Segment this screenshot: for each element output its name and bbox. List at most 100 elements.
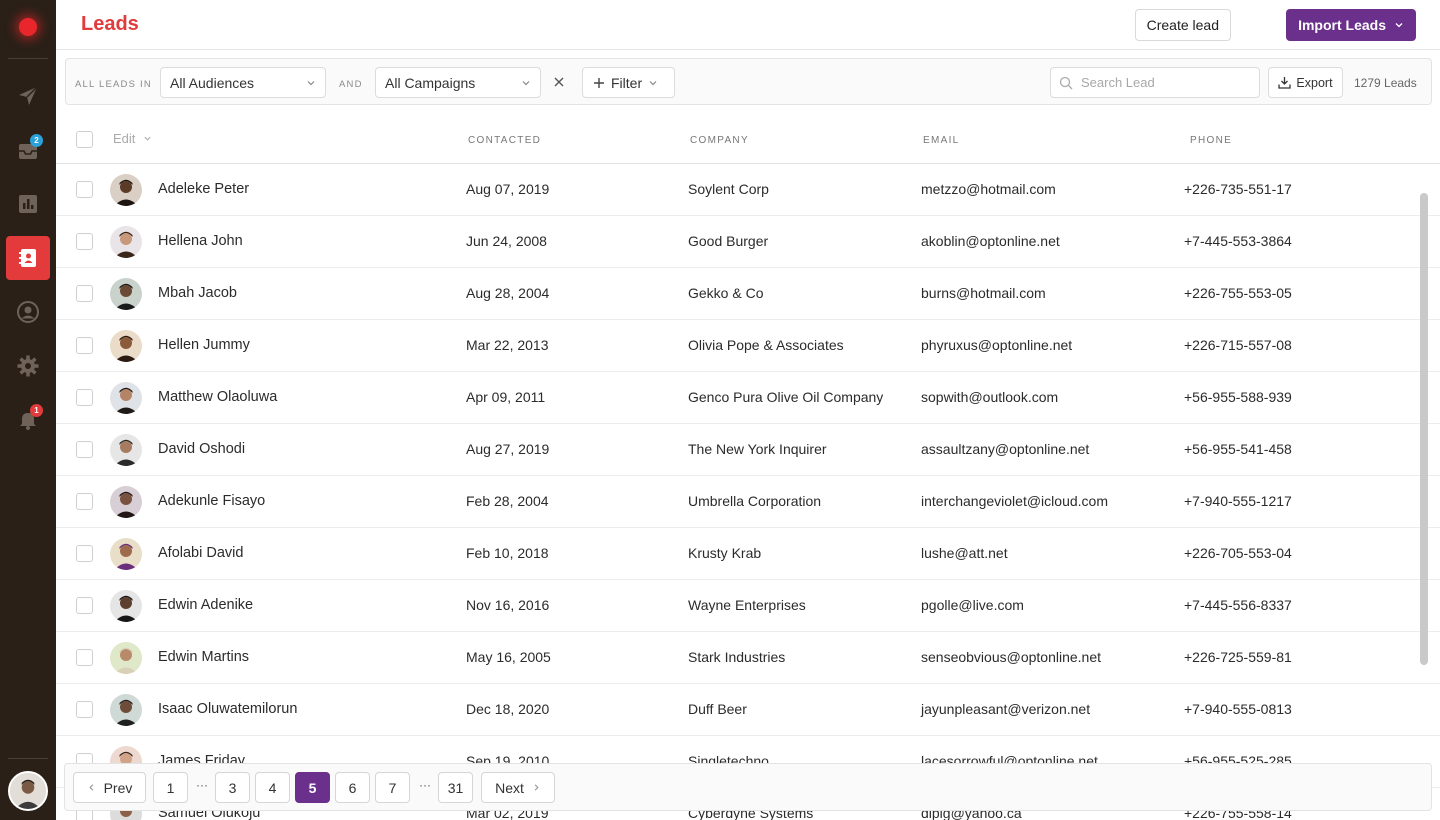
sidebar-divider-bottom: [8, 758, 48, 759]
pagination-ellipsis: ···: [196, 778, 208, 792]
filter-button[interactable]: Filter: [582, 67, 675, 98]
export-button[interactable]: Export: [1268, 67, 1343, 98]
lead-phone: +226-705-553-04: [1184, 545, 1292, 561]
column-header-email[interactable]: EMAIL: [923, 135, 960, 146]
row-checkbox[interactable]: [76, 649, 93, 666]
select-all-checkbox[interactable]: [76, 131, 93, 148]
table-row[interactable]: Adekunle Fisayo Feb 28, 2004 Umbrella Corp…: [56, 476, 1440, 528]
page-header: Leads Create lead Import Leads: [56, 0, 1440, 50]
lead-name[interactable]: Edwin Adenike: [158, 597, 253, 613]
row-checkbox[interactable]: [76, 597, 93, 614]
table-row[interactable]: Mbah Jacob Aug 28, 2004 Gekko & Co burns@ho…: [56, 268, 1440, 320]
lead-name[interactable]: Edwin Martins: [158, 649, 249, 665]
sidebar-item-leads[interactable]: [6, 236, 50, 280]
send-icon: [19, 86, 38, 105]
sidebar-item-profile[interactable]: [6, 290, 50, 334]
sidebar-item-settings[interactable]: [6, 344, 50, 388]
pagination-ellipsis: ···: [419, 778, 431, 792]
page-button-5-current[interactable]: 5: [295, 772, 330, 803]
lead-avatar: [110, 330, 142, 362]
audience-select-value: All Audiences: [170, 74, 255, 91]
next-page-button[interactable]: Next: [481, 772, 555, 803]
table-row[interactable]: Matthew Olaoluwa Apr 09, 2011 Genco Pura O…: [56, 372, 1440, 424]
lead-name[interactable]: Matthew Olaoluwa: [158, 389, 277, 405]
lead-email: assaultzany@optonline.net: [921, 441, 1090, 457]
row-checkbox[interactable]: [76, 493, 93, 510]
prev-page-button[interactable]: Prev: [73, 772, 146, 803]
sidebar-item-inbox[interactable]: 2: [6, 128, 50, 172]
lead-phone: +56-955-588-939: [1184, 389, 1292, 405]
lead-contacted-date: Mar 22, 2013: [466, 337, 549, 353]
row-checkbox[interactable]: [76, 285, 93, 302]
lead-company: Stark Industries: [688, 649, 786, 665]
lead-name[interactable]: Mbah Jacob: [158, 285, 237, 301]
table-row[interactable]: Hellena John Jun 24, 2008 Good Burger akobl…: [56, 216, 1440, 268]
search-lead-input[interactable]: [1081, 75, 1241, 90]
table-row[interactable]: Afolabi David Feb 10, 2018 Krusty Krab lush…: [56, 528, 1440, 580]
lead-email: senseobvious@optonline.net: [921, 649, 1102, 665]
row-checkbox[interactable]: [76, 545, 93, 562]
sidebar-item-campaigns[interactable]: [6, 74, 50, 118]
page-button-3[interactable]: 3: [215, 772, 250, 803]
sidebar-item-analytics[interactable]: [6, 182, 50, 226]
page-button-4[interactable]: 4: [255, 772, 290, 803]
leads-count: 1279 Leads: [1354, 76, 1417, 90]
avatar-image: [10, 773, 46, 809]
sidebar-item-notifications[interactable]: 1: [6, 398, 50, 442]
lead-phone: +226-715-557-08: [1184, 337, 1292, 353]
lead-contacted-date: Feb 10, 2018: [466, 545, 549, 561]
lead-company: Wayne Enterprises: [688, 597, 806, 613]
row-checkbox[interactable]: [76, 389, 93, 406]
lead-company: Gekko & Co: [688, 285, 764, 301]
clear-filters-icon[interactable]: [551, 74, 567, 90]
inbox-badge: 2: [30, 134, 43, 147]
lead-name[interactable]: Afolabi David: [158, 545, 243, 561]
column-header-phone[interactable]: PHONE: [1190, 135, 1232, 146]
column-header-company[interactable]: COMPANY: [690, 135, 749, 146]
lead-name[interactable]: Isaac Oluwatemilorun: [158, 701, 297, 717]
row-checkbox[interactable]: [76, 181, 93, 198]
table-row[interactable]: Hellen Jummy Mar 22, 2013 Olivia Pope & As…: [56, 320, 1440, 372]
table-row[interactable]: Adeleke Peter Aug 07, 2019 Soylent Corp met…: [56, 164, 1440, 216]
lead-name[interactable]: Hellena John: [158, 233, 243, 249]
page-button-7[interactable]: 7: [375, 772, 410, 803]
chevron-down-icon: [522, 80, 530, 85]
lead-name[interactable]: Adeleke Peter: [158, 181, 249, 197]
download-icon: [1278, 77, 1292, 89]
page-button-1[interactable]: 1: [153, 772, 188, 803]
chevron-down-icon: [649, 80, 657, 85]
page-button-31[interactable]: 31: [438, 772, 473, 803]
table-row[interactable]: David Oshodi Aug 27, 2019 The New York Inq…: [56, 424, 1440, 476]
lead-name[interactable]: Adekunle Fisayo: [158, 493, 265, 509]
campaign-select-value: All Campaigns: [385, 74, 476, 91]
app-logo[interactable]: [19, 18, 37, 36]
row-checkbox[interactable]: [76, 233, 93, 250]
chevron-down-icon: [1395, 23, 1403, 28]
current-user-avatar[interactable]: [8, 771, 48, 811]
import-leads-button[interactable]: Import Leads: [1286, 9, 1416, 41]
lead-contacted-date: Aug 07, 2019: [466, 181, 550, 197]
table-row[interactable]: Edwin Adenike Nov 16, 2016 Wayne Enterpris…: [56, 580, 1440, 632]
chevron-left-icon: [88, 784, 93, 791]
lead-company: Soylent Corp: [688, 181, 769, 197]
sidebar-divider: [8, 58, 48, 59]
row-checkbox[interactable]: [76, 701, 93, 718]
row-checkbox[interactable]: [76, 441, 93, 458]
edit-dropdown[interactable]: Edit: [113, 131, 152, 146]
lead-name[interactable]: Hellen Jummy: [158, 337, 250, 353]
lead-phone: +226-755-553-05: [1184, 285, 1292, 301]
create-lead-button[interactable]: Create lead: [1134, 9, 1231, 41]
page-button-6[interactable]: 6: [335, 772, 370, 803]
campaign-select[interactable]: All Campaigns: [375, 67, 541, 98]
table-row[interactable]: Edwin Martins May 16, 2005 Stark Industrie…: [56, 632, 1440, 684]
lead-phone: +7-445-553-3864: [1184, 233, 1292, 249]
column-header-contacted[interactable]: CONTACTED: [468, 135, 541, 146]
and-label: AND: [339, 79, 363, 90]
chevron-down-icon: [144, 136, 151, 141]
lead-name[interactable]: David Oshodi: [158, 441, 245, 457]
lead-company: Good Burger: [688, 233, 769, 249]
row-checkbox[interactable]: [76, 337, 93, 354]
table-row[interactable]: Isaac Oluwatemilorun Dec 18, 2020 Duff Bee…: [56, 684, 1440, 736]
table-scrollbar[interactable]: [1420, 193, 1428, 665]
audience-select[interactable]: All Audiences: [160, 67, 326, 98]
